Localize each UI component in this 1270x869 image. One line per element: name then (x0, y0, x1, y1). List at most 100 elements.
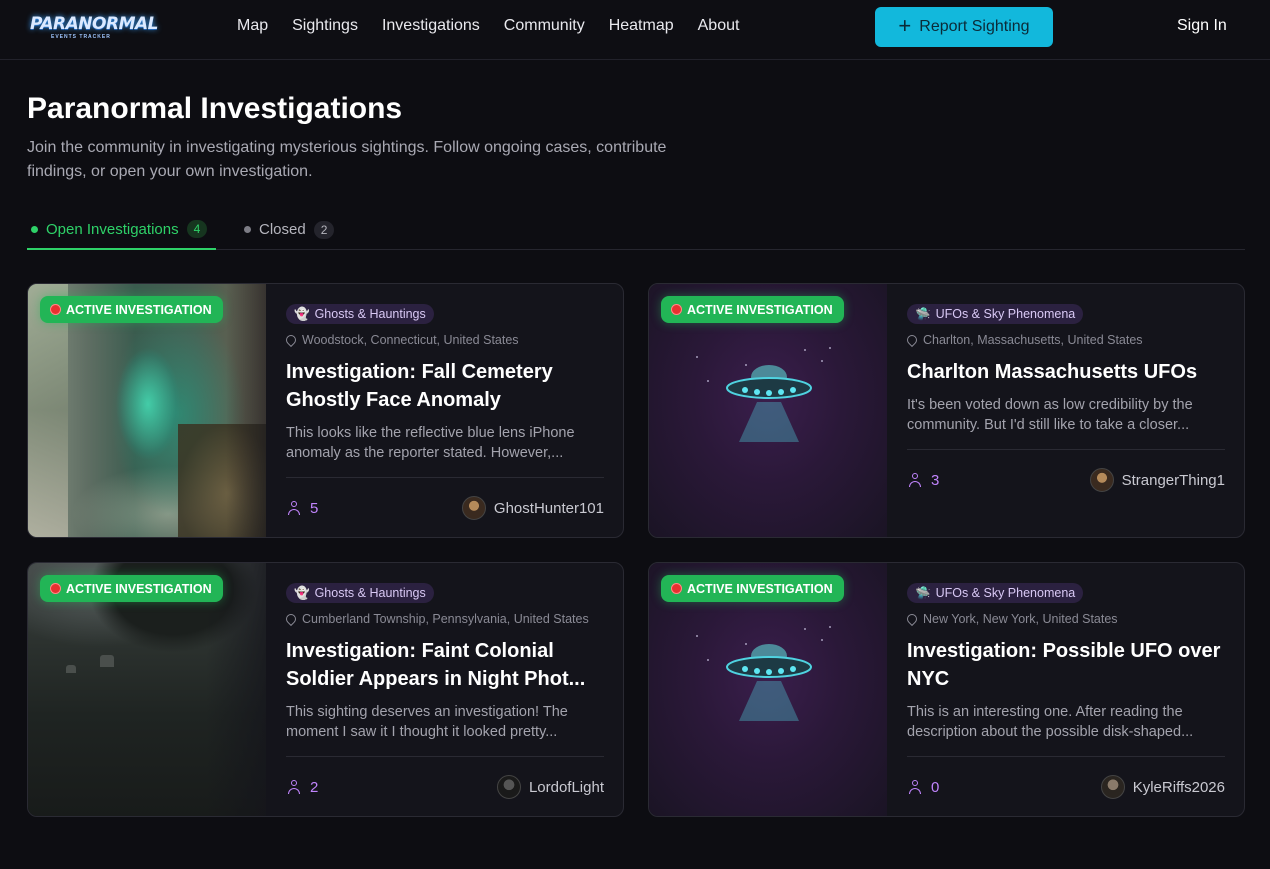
nav-community[interactable]: Community (504, 17, 585, 35)
ghost-icon: 👻 (294, 306, 310, 321)
card-description: It's been voted down as low credibility … (907, 397, 1193, 433)
category-label: UFOs & Sky Phenomena (935, 307, 1076, 321)
author-name: StrangerThing1 (1121, 471, 1225, 489)
category-badge[interactable]: 👻 Ghosts & Hauntings (286, 583, 434, 603)
tab-open-label: Open Investigations (46, 220, 179, 238)
sign-in-link[interactable]: Sign In (1177, 17, 1227, 35)
member-count-value: 3 (931, 471, 940, 489)
card-footer: 2 LordofLight (286, 756, 604, 800)
category-badge[interactable]: 🛸 UFOs & Sky Phenomena (907, 304, 1084, 324)
card-description: This sighting deserves an investigation!… (286, 704, 568, 740)
card-footer: 5 GhostHunter101 (286, 477, 604, 521)
member-count-value: 5 (310, 499, 319, 517)
top-navbar: PARANORMAL EVENTS TRACKER Map Sightings … (0, 0, 1270, 60)
avatar (1100, 775, 1125, 799)
member-count: 0 (907, 779, 939, 796)
category-label: Ghosts & Hauntings (314, 586, 426, 600)
location: Woodstock, Connecticut, United States (283, 332, 604, 348)
member-count: 2 (286, 779, 318, 796)
author-name: KyleRiffs2026 (1132, 778, 1225, 796)
author[interactable]: LordofLight (496, 775, 604, 799)
author-name: LordofLight (528, 778, 604, 796)
investigation-card[interactable]: ACTIVE INVESTIGATION 🛸 UFOs & Sky Phenom… (648, 562, 1245, 817)
card-title[interactable]: Investigation: Possible UFO over NYC (907, 637, 1225, 693)
investigation-card[interactable]: ACTIVE INVESTIGATION 🛸 UFOs & Sky Phenom… (648, 283, 1245, 538)
ufo-category-icon: 🛸 (915, 306, 931, 321)
card-title[interactable]: Investigation: Faint Colonial Soldier Ap… (286, 637, 604, 693)
active-investigation-badge: ACTIVE INVESTIGATION (661, 296, 844, 323)
investigation-card[interactable]: ACTIVE INVESTIGATION 👻 Ghosts & Haunting… (27, 283, 624, 538)
report-sighting-button[interactable]: + Report Sighting (875, 7, 1053, 47)
report-sighting-label: Report Sighting (919, 18, 1030, 35)
investigation-card[interactable]: ACTIVE INVESTIGATION 👻 Ghosts & Haunting… (27, 562, 624, 817)
users-icon (907, 473, 923, 487)
category-label: Ghosts & Hauntings (314, 307, 426, 321)
tab-closed[interactable]: Closed 2 (244, 210, 335, 249)
card-content: 👻 Ghosts & Hauntings Woodstock, Connecti… (283, 304, 604, 521)
active-investigation-badge: ACTIVE INVESTIGATION (661, 575, 844, 602)
red-circle-icon (671, 583, 682, 594)
main-nav: Map Sightings Investigations Community H… (237, 17, 763, 35)
card-content: 🛸 UFOs & Sky Phenomena Charlton, Massach… (904, 304, 1225, 493)
ufo-illustration: ACTIVE INVESTIGATION (649, 284, 887, 537)
page-description: Join the community in investigating myst… (27, 139, 667, 180)
nav-about[interactable]: About (698, 17, 740, 35)
tab-closed-label: Closed (259, 221, 306, 238)
status-dot-icon (31, 225, 38, 233)
location: Charlton, Massachusetts, United States (904, 332, 1225, 348)
badge-label: ACTIVE INVESTIGATION (687, 302, 833, 317)
author-name: GhostHunter101 (493, 499, 604, 517)
card-footer: 0 KyleRiffs2026 (907, 756, 1225, 800)
card-footer: 3 StrangerThing1 (907, 449, 1225, 493)
badge-label: ACTIVE INVESTIGATION (66, 581, 212, 596)
users-icon (286, 501, 302, 515)
investigation-tabs: Open Investigations 4 Closed 2 (27, 210, 1245, 250)
author[interactable]: StrangerThing1 (1089, 468, 1225, 492)
member-count-value: 2 (310, 778, 319, 796)
red-circle-icon (671, 304, 682, 315)
badge-label: ACTIVE INVESTIGATION (66, 302, 212, 317)
location-label: Cumberland Township, Pennsylvania, Unite… (302, 612, 589, 626)
map-pin-icon (283, 611, 299, 627)
page-title: Paranormal Investigations (27, 92, 403, 125)
card-content: 🛸 UFOs & Sky Phenomena New York, New Yor… (904, 583, 1225, 800)
sighting-photo: ACTIVE INVESTIGATION (28, 563, 266, 816)
users-icon (907, 780, 923, 794)
nav-sightings[interactable]: Sightings (292, 17, 358, 35)
card-content: 👻 Ghosts & Hauntings Cumberland Township… (283, 583, 604, 800)
ufo-illustration: ACTIVE INVESTIGATION (649, 563, 887, 816)
category-badge[interactable]: 🛸 UFOs & Sky Phenomena (907, 583, 1084, 603)
location-label: Woodstock, Connecticut, United States (302, 333, 519, 347)
ufo-category-icon: 🛸 (915, 585, 931, 600)
member-count: 3 (907, 472, 939, 489)
tab-open-investigations[interactable]: Open Investigations 4 (27, 210, 216, 250)
plus-icon: + (898, 13, 912, 38)
location: New York, New York, United States (904, 611, 1225, 627)
map-pin-icon (904, 332, 920, 348)
card-title[interactable]: Investigation: Fall Cemetery Ghostly Fac… (286, 358, 604, 414)
logo-wordmark: PARANORMAL (30, 14, 158, 34)
category-badge[interactable]: 👻 Ghosts & Hauntings (286, 304, 434, 324)
tab-open-count: 4 (186, 220, 208, 238)
nav-map[interactable]: Map (237, 17, 268, 35)
location: Cumberland Township, Pennsylvania, Unite… (283, 611, 604, 627)
nav-heatmap[interactable]: Heatmap (609, 17, 674, 35)
red-circle-icon (50, 304, 61, 315)
paranormal-logo[interactable]: PARANORMAL EVENTS TRACKER (30, 10, 158, 46)
avatar (1089, 468, 1114, 492)
card-description: This is an interesting one. After readin… (907, 704, 1194, 740)
card-title[interactable]: Charlton Massachusetts UFOs (907, 358, 1225, 386)
nav-investigations[interactable]: Investigations (382, 17, 480, 35)
avatar (461, 496, 486, 520)
author[interactable]: GhostHunter101 (461, 496, 604, 520)
author[interactable]: KyleRiffs2026 (1100, 775, 1225, 799)
category-label: UFOs & Sky Phenomena (935, 586, 1076, 600)
active-investigation-badge: ACTIVE INVESTIGATION (40, 575, 223, 602)
tab-closed-count: 2 (313, 220, 335, 239)
map-pin-icon (283, 332, 299, 348)
location-label: New York, New York, United States (923, 612, 1118, 626)
logo-subtext: EVENTS TRACKER (51, 34, 111, 40)
card-description: This looks like the reflective blue lens… (286, 425, 575, 461)
sighting-photo: ACTIVE INVESTIGATION (28, 284, 266, 537)
member-count: 5 (286, 500, 318, 517)
